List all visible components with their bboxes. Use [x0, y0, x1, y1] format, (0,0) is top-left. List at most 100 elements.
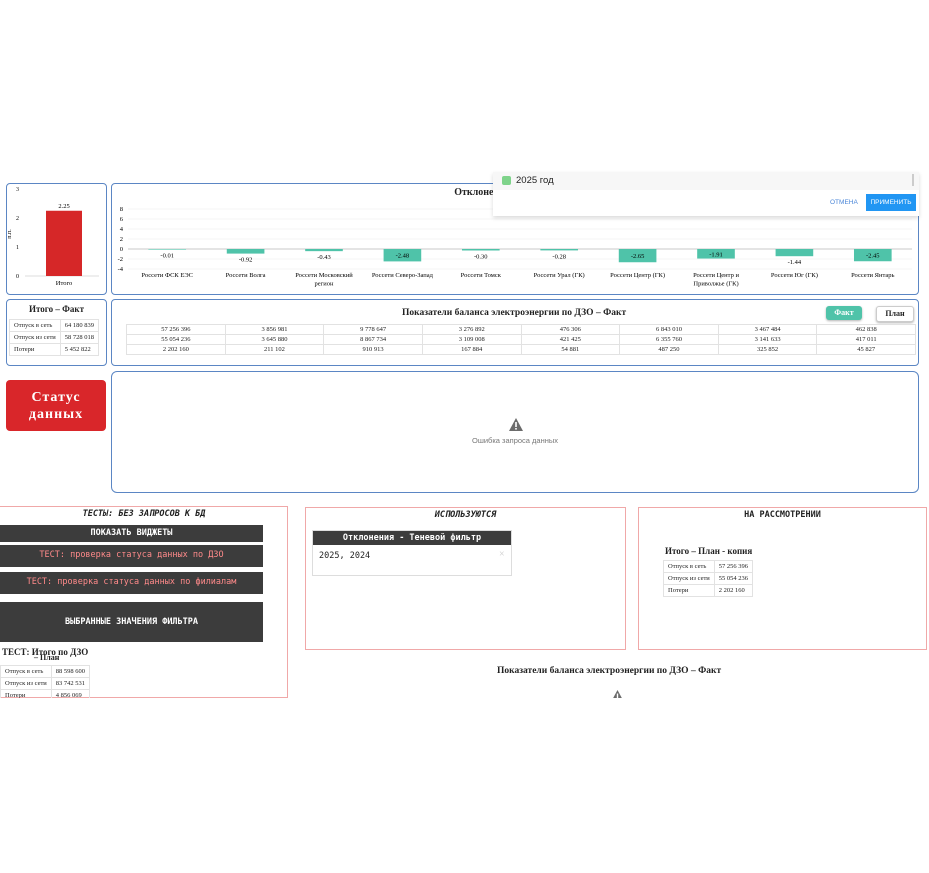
table-cell: 3 645 880	[224, 334, 325, 345]
table-cell: 325 852	[717, 344, 818, 355]
warning-icon	[509, 418, 523, 431]
mini-chart-tick-label: 2	[16, 216, 19, 222]
table-cell: 167 884	[421, 344, 522, 355]
table-cell: 8 867 734	[323, 334, 423, 345]
category-label: Россети Томск	[461, 272, 502, 279]
shadow-filter-header: Отклонения - Теневой фильтр	[313, 531, 511, 545]
category-label: Россети Центр (ГК)	[610, 272, 665, 279]
show-widgets-button[interactable]: ПОКАЗАТЬ ВИДЖЕТЫ	[0, 525, 263, 542]
table-cell: 54 881	[520, 344, 621, 355]
test-itogo-table: Отпуск в сеть 88 598 600 Отпуск из сети 83…	[0, 665, 91, 702]
deviation-value-label: -1.91	[709, 251, 723, 258]
table-cell: 3 467 484	[717, 324, 818, 335]
table-row: 2 202 160 211 102 910 913 167 884 54 881 487 …	[126, 344, 916, 355]
shadow-filter-value[interactable]: 2025, 2024	[319, 551, 370, 561]
deviation-value-label: -0.01	[160, 253, 174, 260]
table-cell: 6 843 010	[619, 324, 719, 335]
table-cell: 462 838	[816, 324, 916, 335]
shadow-filter-widget: Отклонения - Теневой фильтр 2025, 2024 ×	[312, 530, 512, 576]
category-label: регион	[314, 281, 334, 288]
mini-total-chart: п.п. 3 2 1 0 2.25 Итого	[7, 187, 99, 287]
filter-option-label[interactable]: 2025 год	[516, 175, 554, 186]
test-dzo-status-button[interactable]: ТЕСТ: проверка статуса данных по ДЗО	[0, 545, 263, 567]
deviation-value-label: -0.92	[239, 257, 253, 264]
data-status-button[interactable]: Статус данных	[6, 380, 106, 431]
table-cell: 211 102	[224, 344, 325, 355]
mini-chart-tick-label: 1	[16, 245, 19, 251]
balance-fact-panel: Показатели баланса электроэнергии по ДЗО…	[111, 299, 919, 366]
row-value: 5 452 822	[59, 343, 100, 356]
table-cell: 3 276 892	[421, 324, 522, 335]
table-cell: 487 250	[619, 344, 719, 355]
category-label: Россети Янтарь	[851, 272, 894, 279]
deviation-value-label: -2.45	[866, 253, 880, 260]
table-cell: 3 109 008	[421, 334, 522, 345]
row-value: 83 742 531	[50, 677, 91, 690]
error-panel: Ошибка запроса данных	[111, 371, 919, 493]
selected-filter-values-button[interactable]: ВЫБРАННЫЕ ЗНАЧЕНИЯ ФИЛЬТРА	[0, 602, 263, 642]
table-cell: 910 913	[323, 344, 423, 355]
mini-chart-value-label: 2.25	[58, 203, 69, 210]
table-row: Отпуск из сети 55 054 236	[663, 572, 754, 585]
table-cell: 421 425	[520, 334, 621, 345]
clear-icon[interactable]: ×	[499, 549, 505, 560]
year-filter-popup: 2025 год ОТМЕНА ПРИМЕНИТЬ	[493, 172, 919, 216]
fact-toggle-button[interactable]: Факт	[826, 306, 862, 320]
table-cell: 2 202 160	[126, 344, 226, 355]
table-cell: 6 355 760	[619, 334, 719, 345]
balance-fact-title: Показатели баланса электроэнергии по ДЗО…	[402, 308, 627, 318]
category-label: Россети Волга	[226, 272, 266, 279]
filter-apply-button[interactable]: ПРИМЕНИТЬ	[866, 194, 916, 211]
review-itogo-table: Отпуск в сеть 57 256 396 Отпуск из сети 55…	[663, 560, 754, 597]
y-tick-label: 6	[120, 216, 124, 223]
mini-chart-tick-label: 0	[16, 274, 19, 280]
error-message: Ошибка запроса данных	[471, 436, 559, 445]
filter-popup-scrollbar[interactable]	[912, 174, 914, 186]
filter-cancel-button[interactable]: ОТМЕНА	[830, 199, 858, 206]
mini-total-chart-panel: п.п. 3 2 1 0 2.25 Итого	[6, 183, 107, 295]
y-tick-label: 4	[120, 226, 124, 233]
test-branches-status-button[interactable]: ТЕСТ: проверка статуса данных по филиала…	[0, 572, 263, 594]
deviation-value-label: -2.65	[631, 253, 645, 260]
deviation-bar	[461, 249, 500, 251]
used-section	[305, 507, 626, 650]
table-row: Отпуск из сети 83 742 531	[0, 677, 91, 690]
status-line-1: Статус	[31, 390, 81, 405]
review-section-title: НА РАССМОТРЕНИИ	[744, 510, 821, 520]
test-table-subtitle: – План	[34, 653, 60, 662]
itogo-fact-panel: Итого – Факт Отпуск в сеть 64 180 839 Отп…	[6, 299, 107, 366]
category-label: Россети Юг (ГК)	[771, 272, 818, 279]
row-label: Отпуск в сеть	[9, 319, 61, 332]
row-label: Отпуск из сети	[663, 572, 715, 585]
table-row: Отпуск в сеть 57 256 396	[663, 560, 754, 573]
y-tick-label: 8	[120, 206, 123, 213]
warning-icon	[613, 690, 622, 698]
table-row: Отпуск из сети 58 728 018	[9, 331, 100, 344]
table-cell: 55 054 236	[126, 334, 226, 345]
table-cell: 57 256 396	[126, 324, 226, 335]
y-tick-label: -4	[118, 266, 124, 273]
deviation-bar	[775, 249, 814, 257]
y-tick-label: -2	[118, 256, 123, 263]
row-value: 55 054 236	[713, 572, 754, 585]
bottom-balance-title: Показатели баланса электроэнергии по ДЗО…	[497, 666, 722, 676]
table-cell: 45 827	[816, 344, 916, 355]
plan-toggle-button[interactable]: План	[876, 306, 914, 322]
category-label: Россети Центр и	[693, 272, 739, 279]
row-value: 64 180 839	[59, 319, 100, 332]
table-cell: 3 856 981	[224, 324, 325, 335]
balance-fact-table: 57 256 396 3 856 981 9 778 647 3 276 892 476…	[126, 324, 916, 355]
deviation-value-label: -0.43	[317, 254, 331, 261]
category-label: Россети Московский	[295, 272, 353, 279]
filter-option-checkbox[interactable]	[502, 176, 511, 185]
row-value: 88 598 600	[50, 665, 91, 678]
row-label: Отпуск из сети	[9, 331, 61, 344]
mini-chart-category: Итого	[56, 280, 72, 287]
table-cell: 476 306	[520, 324, 621, 335]
tests-section-title: ТЕСТЫ: БЕЗ ЗАПРОСОВ К БД	[82, 509, 206, 519]
y-tick-label: 2	[120, 236, 123, 243]
row-label: Отпуск в сеть	[0, 665, 52, 678]
deviation-value-label: -2.48	[396, 253, 410, 260]
deviation-bar	[226, 249, 265, 254]
table-cell: 3 141 633	[717, 334, 818, 345]
